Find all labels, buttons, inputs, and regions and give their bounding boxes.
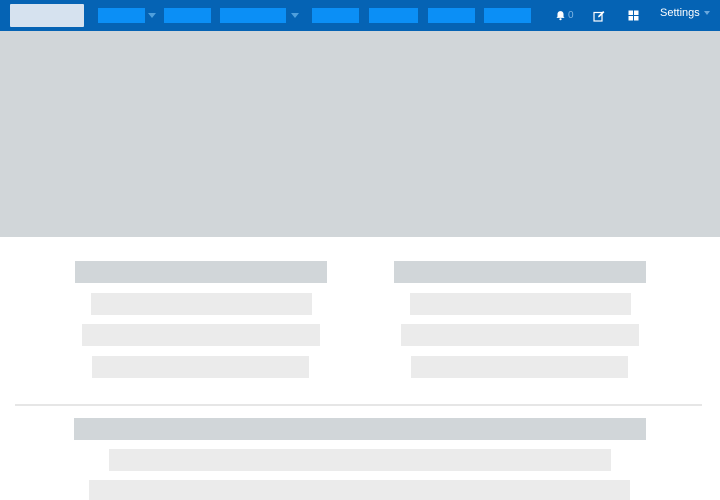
- left-card-line-placeholder: [92, 356, 309, 378]
- grid-icon: [628, 10, 639, 21]
- right-card-line-placeholder: [410, 293, 631, 315]
- top-navigation-bar: 0 Settings: [0, 0, 720, 31]
- notification-count: 0: [568, 10, 574, 21]
- nav-item-4[interactable]: [312, 8, 359, 23]
- nav-item-3[interactable]: [220, 8, 286, 23]
- left-card-line-placeholder: [82, 324, 320, 346]
- hero-banner-placeholder: [0, 31, 720, 237]
- bottom-section-title-placeholder: [74, 418, 646, 440]
- section-divider: [15, 404, 702, 406]
- right-card-line-placeholder: [401, 324, 639, 346]
- settings-menu[interactable]: Settings: [660, 7, 710, 19]
- compose-button[interactable]: [593, 8, 605, 23]
- nav-item-1[interactable]: [98, 8, 145, 23]
- notifications-button[interactable]: 0: [555, 8, 574, 23]
- right-card-title-placeholder: [394, 261, 646, 283]
- apps-button[interactable]: [628, 8, 639, 23]
- bottom-section-line-placeholder: [89, 480, 630, 500]
- nav-item-2[interactable]: [164, 8, 211, 23]
- bottom-section-line-placeholder: [109, 449, 611, 471]
- left-card-title-placeholder: [75, 261, 327, 283]
- chevron-down-icon[interactable]: [148, 13, 156, 18]
- left-card-line-placeholder: [91, 293, 312, 315]
- bell-icon: [555, 10, 566, 21]
- nav-item-6[interactable]: [428, 8, 475, 23]
- chevron-down-icon: [703, 11, 710, 15]
- edit-icon: [593, 10, 605, 22]
- chevron-down-icon[interactable]: [291, 13, 299, 18]
- right-card-line-placeholder: [411, 356, 628, 378]
- logo-placeholder[interactable]: [10, 4, 84, 27]
- nav-item-5[interactable]: [369, 8, 418, 23]
- settings-label: Settings: [660, 7, 700, 19]
- nav-item-7[interactable]: [484, 8, 531, 23]
